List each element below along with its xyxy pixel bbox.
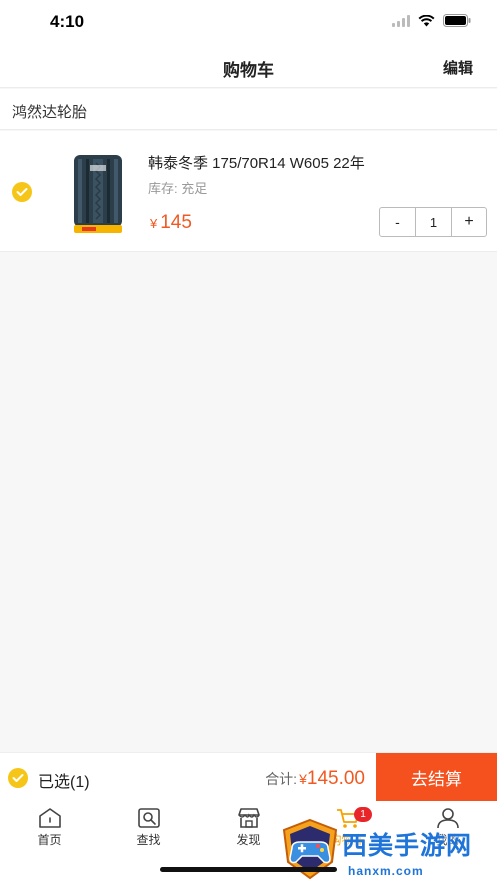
total-price: 合计: ¥145.00 (265, 768, 365, 790)
total-currency: ¥ (299, 771, 307, 787)
stock-status: 库存: 充足 (148, 181, 208, 196)
status-time: 4:10 (50, 12, 85, 31)
select-all-checkbox[interactable] (8, 768, 28, 788)
price-value: 145 (160, 212, 192, 233)
nav-bar: 购物车 编辑 (0, 44, 497, 88)
home-icon (38, 808, 61, 828)
quantity-stepper: - 1 + (379, 207, 487, 237)
shop-header[interactable]: 鸿然达轮胎 (0, 89, 497, 130)
price-currency: ¥ (150, 216, 158, 231)
product-title[interactable]: 韩泰冬季 175/70R14 W605 22年 (148, 152, 365, 173)
total-amount: 145.00 (306, 768, 365, 789)
cart-item: 韩泰冬季 175/70R14 W605 22年 库存: 充足 ¥145 - 1 … (0, 131, 497, 252)
item-checkbox[interactable] (12, 182, 32, 202)
checkmark-icon (12, 774, 24, 782)
selected-count-label: 已选(1) (38, 774, 90, 791)
checkout-bar: 已选(1) 合计: ¥145.00 去结算 (0, 752, 497, 802)
home-indicator (160, 867, 337, 872)
shop-name: 鸿然达轮胎 (12, 104, 88, 121)
watermark-url: hanxm.com (348, 864, 424, 878)
watermark-text: 西美手游网 (342, 832, 473, 860)
battery-icon (443, 14, 471, 27)
signal-icon (392, 14, 410, 27)
status-bar: 4:10 (0, 0, 497, 44)
tab-home-label: 首页 (37, 833, 62, 847)
product-price: ¥145 (150, 212, 192, 234)
checkout-button[interactable]: 去结算 (376, 753, 497, 802)
search-icon (137, 808, 160, 828)
tab-search[interactable]: 查找 (99, 807, 198, 848)
checkmark-icon (16, 188, 28, 196)
decrease-quantity-button[interactable]: - (380, 208, 416, 236)
product-image[interactable] (60, 149, 136, 235)
tab-search-label: 查找 (136, 833, 161, 847)
tire-icon (74, 155, 122, 233)
wifi-icon (418, 14, 435, 26)
increase-quantity-button[interactable]: + (452, 208, 486, 236)
watermark: 西美手游网 hanxm.com (278, 818, 497, 883)
tab-home[interactable]: 首页 (0, 807, 99, 848)
status-icons (392, 14, 471, 27)
total-label: 合计: (265, 771, 298, 787)
store-icon (237, 808, 260, 828)
edit-button[interactable]: 编辑 (443, 57, 473, 78)
quantity-value[interactable]: 1 (416, 208, 452, 236)
page-title: 购物车 (223, 61, 274, 80)
